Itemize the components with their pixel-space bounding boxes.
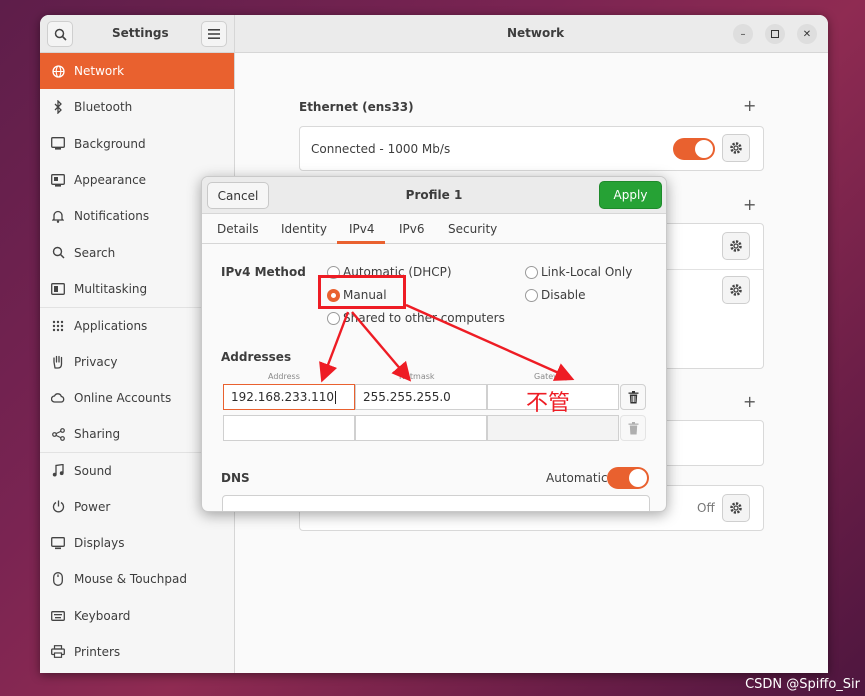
annotation-arrow-address: [319, 311, 350, 383]
annotation-arrow-gateway: [405, 303, 575, 381]
watermark: CSDN @Spiffo_Sir: [745, 677, 860, 692]
annotation-arrow-netmask: [351, 311, 412, 382]
annotation-arrows: [319, 303, 575, 383]
annotation-text: 不管: [526, 391, 571, 416]
